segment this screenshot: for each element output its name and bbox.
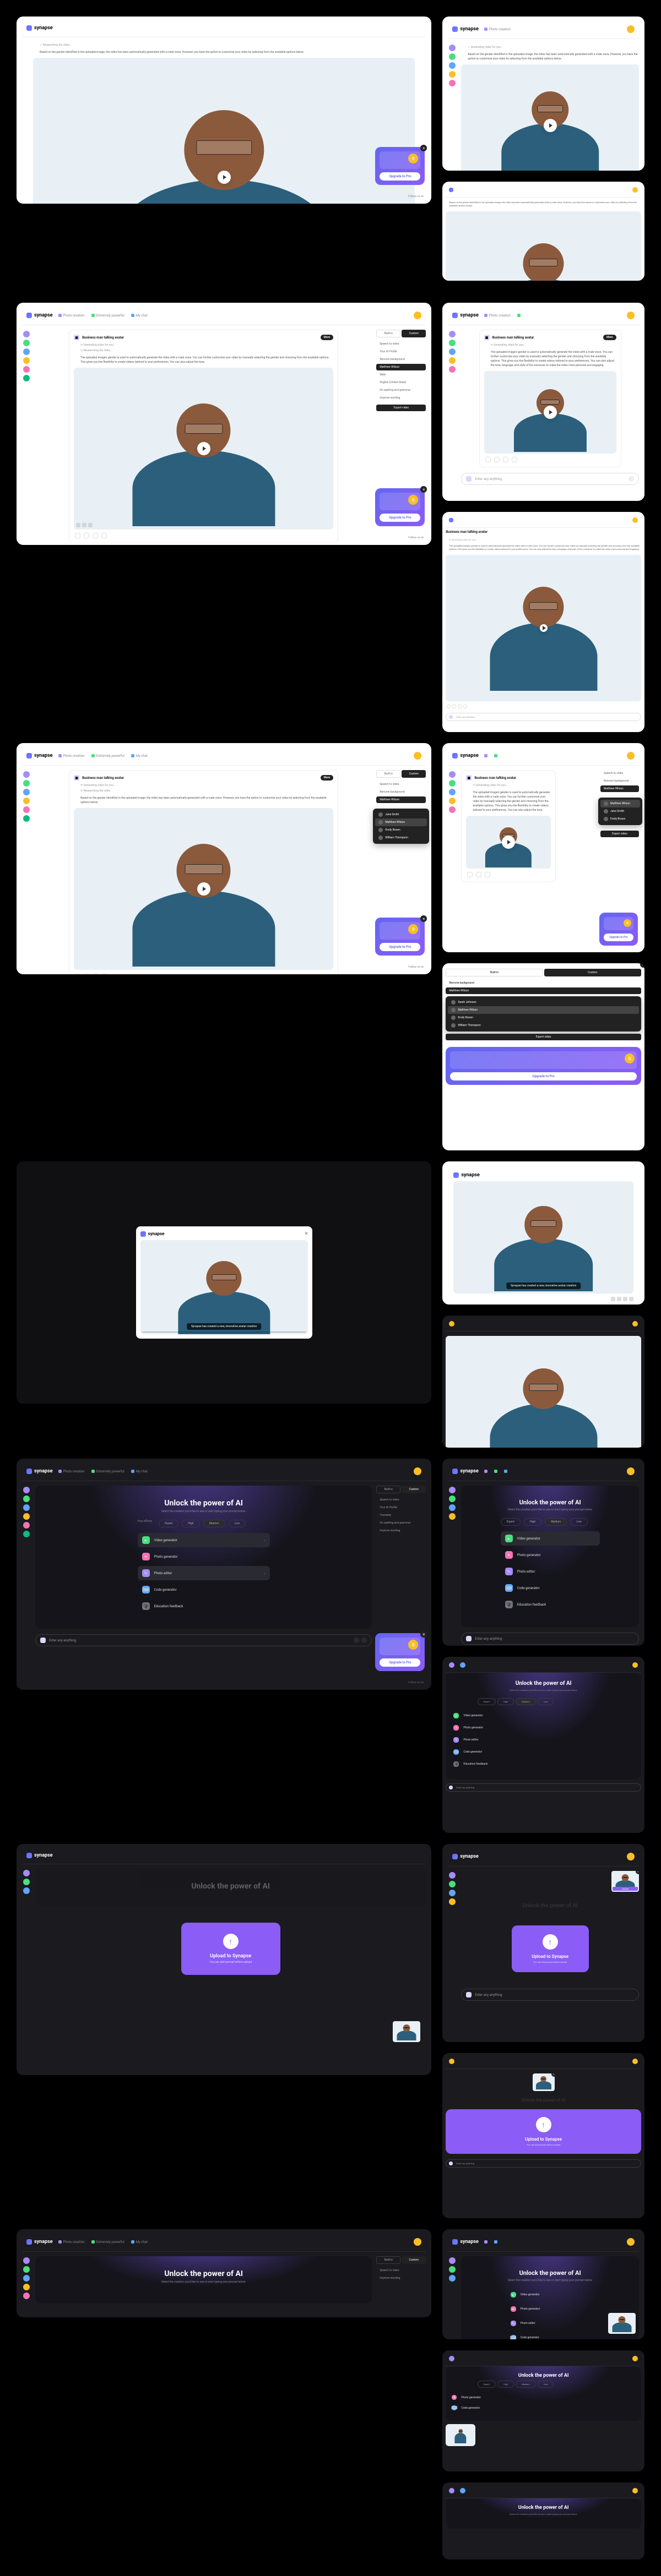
column-3-row4: synapse Synapse has created a new, innov… bbox=[442, 1161, 644, 1448]
panel-speech[interactable]: Speech to video bbox=[376, 341, 426, 347]
desktop-light-card-panel: synapse Photo creationExtremely powerful… bbox=[17, 303, 431, 545]
description: Based on the gender identified in the up… bbox=[33, 50, 415, 54]
desktop-lightbox: 早鸟大叔 JAMDK.TAOBAO.COM synapse× Synapse h… bbox=[17, 1161, 431, 1404]
nav-rail bbox=[448, 43, 457, 171]
mobile-dark-upload: × Unlock the power of AI ↑ Upload to Syn… bbox=[442, 2053, 644, 2218]
video-caption: Synapse has created a new, innovative av… bbox=[187, 1323, 261, 1330]
gen-photo[interactable]: ✦Photo generator bbox=[138, 1549, 270, 1564]
desktop-dark-hero-crop: synapsePhoto creationExtremely powerfulM… bbox=[17, 2229, 431, 2317]
promo-count: 0 bbox=[408, 154, 418, 163]
close-icon[interactable]: × bbox=[305, 1231, 307, 1237]
mobile-dark-hero-float: Unlock the power of AI ExpertHighMediumL… bbox=[442, 2350, 644, 2471]
column-3-row7: synapse Unlock the power of AI Select th… bbox=[442, 2229, 644, 2559]
mobile-dark-hero-crop: Unlock the power of AI Select the creati… bbox=[442, 2482, 644, 2559]
mobile-dark-video bbox=[442, 1316, 644, 1448]
tablet-light-dropdown: synapse ▣Business man talking avatar ⟳ G… bbox=[442, 743, 644, 952]
video-player[interactable] bbox=[461, 64, 639, 171]
mobile-light-video: Based on the gender identified in the up… bbox=[442, 182, 644, 281]
upgrade-promo: × 0 Upgrade to Pro bbox=[375, 147, 425, 185]
card-title: Business man talking avatar bbox=[82, 336, 124, 340]
tablet-dark-hero: synapse Unlock the power of AI Select th… bbox=[442, 1459, 644, 1646]
generator-list: ▸Video generator› ✦Photo generator ✎Phot… bbox=[138, 1533, 270, 1613]
hero-title: Unlock the power of AI bbox=[44, 1499, 363, 1508]
custom-tab[interactable]: Custom bbox=[402, 330, 426, 337]
mobile-light-full: Business man talking avatar ⟳ Generating… bbox=[442, 512, 644, 732]
video-player[interactable] bbox=[33, 58, 415, 204]
desktop-dark-hero: synapsePhoto creationExtremely powerfulM… bbox=[17, 1459, 431, 1690]
more-badge[interactable]: More bbox=[321, 335, 334, 340]
upload-dropzone[interactable]: ↑ Upload to Synapse You can add prompt b… bbox=[181, 1923, 280, 1975]
column-3-row6: synapse Upload × Unlock the power of AI … bbox=[442, 1844, 644, 2218]
user-avatar[interactable] bbox=[627, 25, 635, 33]
play-button[interactable] bbox=[218, 171, 231, 184]
gen-code[interactable]: ⌨Code generator bbox=[138, 1582, 270, 1597]
desktop-dark-upload: synapse Unlock the power of AI ↑ Upload … bbox=[17, 1844, 431, 2075]
hero-section: Unlock the power of AI Select the creati… bbox=[35, 1486, 372, 1629]
upgrade-button[interactable]: Upgrade to Pro bbox=[380, 172, 420, 181]
upload-icon: ↑ bbox=[543, 1934, 558, 1950]
column-3-top: synapsePhoto creation ✓ Generating video… bbox=[442, 17, 644, 292]
tablet-light-video: synapsePhoto creation ✓ Generating video… bbox=[442, 17, 644, 171]
status-researching: ✓ Researching the video bbox=[33, 43, 415, 47]
floating-preview[interactable]: Upload × bbox=[611, 1871, 639, 1892]
tablet-dark-hero-crop: synapse Unlock the power of AI Select th… bbox=[442, 2229, 644, 2339]
conversation-card: ▣Business man talking avatarMore ⟳ Gener… bbox=[69, 330, 338, 543]
upload-icon: ↑ bbox=[223, 1934, 239, 1949]
gen-editor[interactable]: ✎Photo editor› bbox=[138, 1566, 270, 1580]
user-avatar[interactable] bbox=[414, 312, 421, 319]
column-3-row3: synapse ▣Business man talking avatar ⟳ G… bbox=[442, 743, 644, 1150]
voice-dropdown: Jane Smith Matthew Wilson Emily Brown Wi… bbox=[373, 809, 429, 844]
follow-text: Follow us on bbox=[408, 195, 424, 198]
topbar: synapse bbox=[22, 22, 426, 37]
column-3-row2: synapsePhoto creation ▣Business man talk… bbox=[442, 303, 644, 732]
gen-video[interactable]: ▸Video generator› bbox=[138, 1533, 270, 1547]
mobile-light-dropdown: Built-inCustom Remove background Matthew… bbox=[442, 963, 644, 1150]
play-button[interactable] bbox=[544, 119, 557, 132]
export-button[interactable]: Export video bbox=[376, 405, 426, 411]
tablet-lightbox: synapse Synapse has created a new, innov… bbox=[442, 1161, 644, 1305]
floating-preview[interactable] bbox=[393, 2021, 420, 2042]
video-lightbox: synapse× Synapse has created a new, inno… bbox=[136, 1226, 312, 1339]
brand[interactable]: synapse bbox=[26, 25, 53, 31]
close-icon[interactable]: × bbox=[420, 145, 427, 151]
desktop-light-video: synapse ✓ Researching the video Based on… bbox=[17, 17, 431, 204]
tablet-light-card: synapsePhoto creation ▣Business man talk… bbox=[442, 303, 644, 501]
tablet-dark-upload: synapse Upload × Unlock the power of AI … bbox=[442, 1844, 644, 2042]
builtin-tab[interactable]: Built-in bbox=[376, 330, 400, 337]
column-3-row5: synapse Unlock the power of AI Select th… bbox=[442, 1459, 644, 1833]
progress-bar[interactable] bbox=[142, 1331, 306, 1333]
close-icon[interactable]: × bbox=[636, 1871, 639, 1874]
desktop-light-dropdown: synapsePhoto creationExtremely powerfulM… bbox=[17, 743, 431, 974]
mobile-dark-hero: Unlock the power of AI Select the creati… bbox=[442, 1657, 644, 1833]
gen-edu[interactable]: 🎓Education feedback bbox=[138, 1599, 270, 1613]
